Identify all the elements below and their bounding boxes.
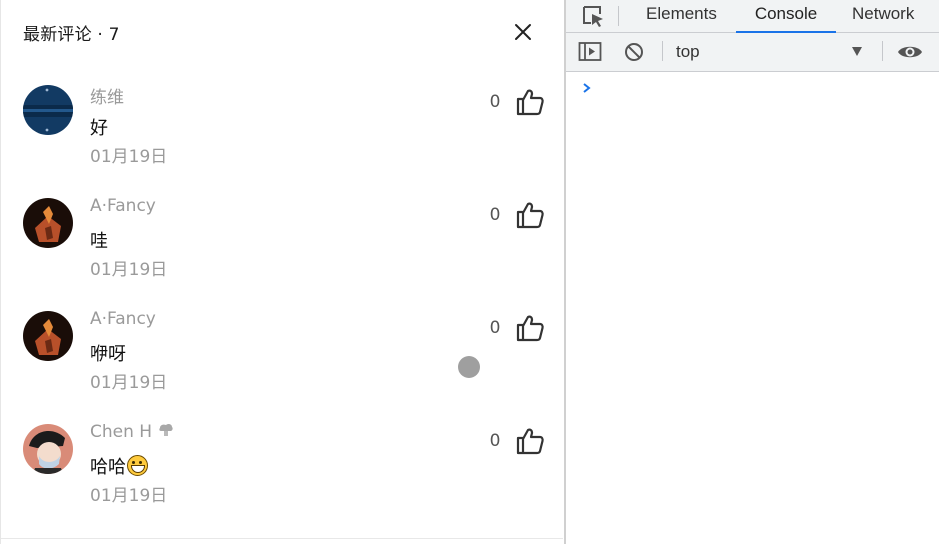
comment-text: 哈哈 [90, 453, 148, 479]
eye-icon [898, 46, 922, 58]
comment-text: 咿呀 [90, 344, 126, 365]
devtools-panel: Elements Console Network top [564, 0, 939, 544]
like-button[interactable] [515, 200, 545, 230]
comment-author[interactable]: A·Fancy [90, 196, 156, 216]
comment-item: 练维 好 01月19日 0 [1, 85, 563, 195]
chevron-right-icon [583, 83, 591, 93]
avatar[interactable] [23, 85, 73, 135]
thumbs-up-icon [516, 428, 544, 455]
comment-item: Chen H 哈哈 01月19日 0 [1, 422, 563, 534]
sidebar-toggle-icon [578, 42, 602, 61]
clear-console-button[interactable] [622, 41, 646, 63]
comment-panel: 最新评论 · 7 练维 好 01月19日 0 A·Fancy 哇 01月19日 … [0, 0, 563, 544]
tab-elements[interactable]: Elements [646, 0, 717, 33]
like-button[interactable] [515, 426, 545, 456]
comment-date: 01月19日 [90, 373, 168, 393]
comment-date: 01月19日 [90, 260, 168, 280]
pointer-cursor-indicator [458, 356, 480, 378]
tab-network[interactable]: Network [852, 0, 914, 33]
devtools-tab-bar: Elements Console Network [566, 0, 939, 33]
comment-author[interactable]: A·Fancy [90, 309, 156, 329]
console-toolbar: top [566, 33, 939, 72]
caret-down-icon [852, 47, 862, 56]
context-selector-label: top [676, 42, 700, 61]
grinning-face-emoji-icon [127, 455, 148, 476]
comment-text: 哇 [90, 231, 108, 252]
thumbs-up-icon [516, 89, 544, 116]
divider [618, 6, 619, 26]
like-count: 0 [489, 92, 501, 112]
context-selector[interactable]: top [672, 40, 872, 66]
avatar[interactable] [23, 198, 73, 248]
console-output[interactable] [566, 73, 939, 544]
divider [882, 41, 883, 61]
comment-author[interactable]: Chen H [90, 422, 174, 442]
comment-text: 好 [90, 118, 108, 139]
tab-console[interactable]: Console [736, 0, 836, 33]
block-clear-icon [625, 43, 643, 61]
comment-item: A·Fancy 哇 01月19日 0 [1, 196, 563, 308]
comment-date: 01月19日 [90, 486, 168, 506]
toggle-sidebar-button[interactable] [578, 41, 602, 63]
comment-author[interactable]: 练维 [90, 83, 124, 108]
live-expression-button[interactable] [896, 41, 924, 63]
avatar[interactable] [23, 424, 73, 474]
avatar[interactable] [23, 311, 73, 361]
console-prompt[interactable] [580, 80, 594, 96]
like-count: 0 [489, 205, 501, 225]
panel-header: 最新评论 · 7 [1, 0, 563, 62]
user-badge-icon [158, 422, 174, 442]
comment-text-body: 哈哈 [90, 457, 126, 478]
close-icon [515, 24, 531, 40]
divider [662, 41, 663, 61]
comment-author-name[interactable]: Chen H [90, 422, 152, 442]
like-button[interactable] [515, 313, 545, 343]
inspect-cursor-icon [583, 6, 603, 27]
thumbs-up-icon [516, 202, 544, 229]
like-count: 0 [489, 431, 501, 451]
thumbs-up-icon [516, 315, 544, 342]
close-button[interactable] [507, 16, 539, 48]
comment-date: 01月19日 [90, 147, 168, 167]
panel-title: 最新评论 · 7 [23, 25, 120, 45]
divider [1, 538, 563, 539]
like-count: 0 [489, 318, 501, 338]
inspect-element-button[interactable] [580, 3, 606, 29]
like-button[interactable] [515, 87, 545, 117]
